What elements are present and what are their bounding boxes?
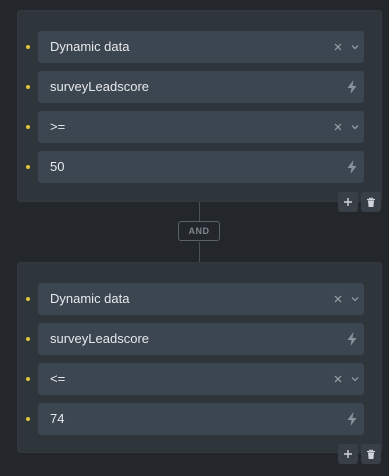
close-icon[interactable] xyxy=(332,373,344,385)
row-bullet xyxy=(26,337,30,341)
connector-line xyxy=(199,242,200,262)
and-badge[interactable]: AND xyxy=(178,221,220,241)
trash-icon xyxy=(367,449,375,459)
condition-row: <= xyxy=(18,363,381,395)
value-input[interactable]: 74 xyxy=(38,403,364,435)
condition-row: >= xyxy=(18,111,381,143)
add-condition-button[interactable] xyxy=(338,444,358,464)
delete-condition-button[interactable] xyxy=(361,192,381,212)
connector-line xyxy=(199,202,200,221)
row-bullet xyxy=(26,377,30,381)
bolt-icon[interactable] xyxy=(345,331,359,347)
trash-icon xyxy=(367,197,375,207)
field-value: surveyLeadscore xyxy=(50,331,149,346)
field-value: >= xyxy=(50,119,66,134)
condition-group: Dynamic data surveyLeadscore <= 74 xyxy=(17,262,382,464)
comparison-select[interactable]: >= xyxy=(38,111,364,143)
group-actions xyxy=(338,444,381,466)
condition-row: Dynamic data xyxy=(18,31,381,63)
field-value: 74 xyxy=(50,411,65,426)
row-bullet xyxy=(26,417,30,421)
condition-row: Dynamic data xyxy=(18,283,381,315)
close-icon[interactable] xyxy=(332,41,344,53)
add-condition-button[interactable] xyxy=(338,192,358,212)
field-value: <= xyxy=(50,371,66,386)
chevron-down-icon[interactable] xyxy=(349,373,361,385)
row-bullet xyxy=(26,45,30,49)
bolt-icon[interactable] xyxy=(345,159,359,175)
bolt-icon[interactable] xyxy=(345,411,359,427)
field-value: Dynamic data xyxy=(50,39,130,54)
operand-select[interactable]: Dynamic data xyxy=(38,283,364,315)
close-icon[interactable] xyxy=(332,293,344,305)
plus-icon xyxy=(344,450,352,458)
condition-row: 50 xyxy=(18,151,381,183)
comparison-select[interactable]: <= xyxy=(38,363,364,395)
row-bullet xyxy=(26,85,30,89)
condition-row: surveyLeadscore xyxy=(18,323,381,355)
close-icon[interactable] xyxy=(332,121,344,133)
condition-row: surveyLeadscore xyxy=(18,71,381,103)
condition-row: 74 xyxy=(18,403,381,435)
bolt-icon[interactable] xyxy=(345,79,359,95)
condition-group: Dynamic data surveyLeadscore >= 50 xyxy=(17,10,382,212)
key-input[interactable]: surveyLeadscore xyxy=(38,323,364,355)
chevron-down-icon[interactable] xyxy=(349,121,361,133)
operand-select[interactable]: Dynamic data xyxy=(38,31,364,63)
field-value: 50 xyxy=(50,159,65,174)
chevron-down-icon[interactable] xyxy=(349,293,361,305)
value-input[interactable]: 50 xyxy=(38,151,364,183)
chevron-down-icon[interactable] xyxy=(349,41,361,53)
row-bullet xyxy=(26,125,30,129)
group-actions xyxy=(338,192,381,214)
field-value: Dynamic data xyxy=(50,291,130,306)
field-value: surveyLeadscore xyxy=(50,79,149,94)
plus-icon xyxy=(344,198,352,206)
delete-condition-button[interactable] xyxy=(361,444,381,464)
key-input[interactable]: surveyLeadscore xyxy=(38,71,364,103)
row-bullet xyxy=(26,297,30,301)
row-bullet xyxy=(26,165,30,169)
